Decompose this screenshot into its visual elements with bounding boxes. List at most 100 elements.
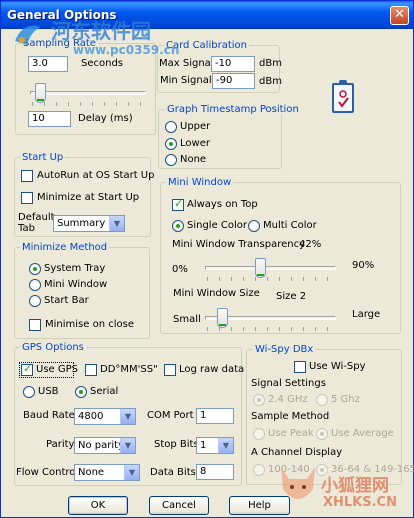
help-button[interactable]: Help	[229, 496, 290, 515]
always-on-top-label: Always on Top	[187, 199, 258, 210]
size-value: Size 2	[276, 291, 307, 302]
stop-bits-select[interactable]: 1 ▼	[196, 437, 234, 454]
data-bits-input[interactable]: 8	[196, 464, 234, 480]
transparency-slider[interactable]	[255, 258, 267, 278]
system-tray-radio[interactable]	[29, 263, 41, 275]
transparency-min-label: 0%	[172, 264, 188, 275]
timestamp-lower-radio[interactable]	[165, 138, 177, 150]
card-calibration-legend: Card Calibration	[164, 40, 249, 51]
min-signal-label: Min Signal	[160, 75, 212, 86]
wispy-legend: Wi-Spy DBx	[253, 344, 316, 355]
use-wispy-checkbox[interactable]	[294, 361, 306, 373]
parity-label: Parity	[46, 439, 75, 450]
data-bits-label: Data Bits	[150, 467, 196, 478]
single-color-radio[interactable]	[172, 220, 184, 232]
stop-bits-label: Stop Bits	[154, 439, 199, 450]
baud-rate-select[interactable]: 4800 ▼	[74, 408, 136, 425]
dms-label: DD°MM'SS"	[100, 364, 158, 375]
usb-label: USB	[38, 386, 59, 397]
min-signal-unit: dBm	[259, 76, 282, 87]
baud-rate-value: 4800	[78, 411, 104, 422]
dms-checkbox[interactable]	[85, 364, 97, 376]
max-signal-label: Max Signal	[159, 58, 214, 69]
sampling-rate-track	[30, 91, 146, 95]
log-raw-label: Log raw data	[179, 364, 245, 375]
ghz24-radio[interactable]	[253, 394, 265, 406]
usb-radio[interactable]	[23, 386, 35, 398]
max-signal-unit: dBm	[259, 58, 282, 69]
autorun-checkbox[interactable]	[21, 170, 33, 182]
size-label: Mini Window Size	[173, 288, 260, 299]
transparency-track	[205, 266, 336, 270]
sampling-rate-slider[interactable]	[35, 83, 47, 103]
use-wispy-label: Use Wi-Spy	[309, 361, 366, 372]
flow-control-select[interactable]: None ▼	[74, 464, 140, 481]
size-ticks	[207, 327, 335, 331]
sampling-rate-input[interactable]: 3.0	[28, 56, 68, 72]
transparency-value: 42%	[299, 239, 322, 250]
mini-window-label: Mini Window	[44, 279, 108, 290]
max-signal-input[interactable]: -10	[211, 56, 255, 72]
transparency-label: Mini Window Transparency	[172, 239, 306, 250]
watermark-bottom-en: XHLKS.CN	[323, 495, 397, 510]
always-on-top-checkbox[interactable]	[172, 197, 184, 211]
general-options-dialog: General Options ✕ Sampling Rate 3.0 Seco…	[0, 0, 414, 518]
multi-color-label: Multi Color	[263, 220, 317, 231]
title-bar[interactable]: General Options ✕	[1, 1, 413, 29]
window-title: General Options	[7, 8, 117, 22]
com-port-input[interactable]: 1	[196, 408, 234, 424]
clipboard-icon	[332, 80, 354, 113]
sampling-rate-legend: Sampling Rate	[21, 38, 98, 49]
minimize-startup-checkbox[interactable]	[21, 192, 33, 204]
size-slider[interactable]	[217, 308, 228, 328]
start-bar-radio[interactable]	[29, 295, 41, 307]
minimise-on-close-checkbox[interactable]	[29, 319, 41, 331]
timestamp-upper-label: Upper	[180, 121, 211, 132]
chevron-down-icon: ▼	[124, 465, 139, 480]
use-average-radio[interactable]	[316, 428, 328, 440]
mini-window-radio[interactable]	[29, 279, 41, 291]
serial-label: Serial	[90, 386, 119, 397]
close-button[interactable]: ✕	[390, 6, 409, 25]
sample-method-label: Sample Method	[251, 411, 330, 422]
start-up-legend: Start Up	[20, 152, 66, 163]
timestamp-upper-radio[interactable]	[165, 121, 177, 133]
close-icon: ✕	[394, 7, 405, 22]
ok-button[interactable]: OK	[68, 496, 128, 515]
use-gps-checkbox[interactable]	[21, 362, 33, 376]
size-max-label: Large	[352, 309, 381, 320]
default-tab-value: Summary	[57, 218, 106, 229]
baud-rate-label: Baud Rate	[23, 410, 75, 421]
channel-100-140-label: 100-140	[268, 464, 310, 475]
flow-control-value: None	[78, 467, 105, 478]
flow-control-label: Flow Control	[16, 467, 79, 478]
delay-input[interactable]: 10	[28, 111, 71, 127]
cancel-button[interactable]: Cancel	[149, 496, 209, 515]
channel-36-64-radio[interactable]	[316, 464, 328, 476]
mini-window-legend: Mini Window	[166, 177, 234, 188]
ghz5-radio[interactable]	[316, 394, 328, 406]
transparency-ticks	[207, 277, 335, 281]
gps-options-legend: GPS Options	[20, 342, 86, 353]
timestamp-none-radio[interactable]	[165, 154, 177, 166]
com-port-label: COM Port	[147, 410, 194, 421]
min-signal-input[interactable]: -90	[212, 73, 255, 89]
sampling-rate-ticks	[32, 102, 144, 106]
parity-select[interactable]: No parity ▼	[74, 437, 136, 454]
minimize-startup-label: Minimize at Start Up	[37, 192, 140, 203]
use-peak-radio[interactable]	[253, 428, 265, 440]
channel-100-140-radio[interactable]	[253, 464, 265, 476]
parity-value: No parity	[78, 440, 124, 451]
seconds-label: Seconds	[81, 58, 124, 69]
autorun-label: AutoRun at OS Start Up	[37, 170, 155, 181]
default-tab-select[interactable]: Summary ▼	[53, 215, 125, 232]
use-average-label: Use Average	[331, 428, 394, 439]
ghz24-label: 2.4 GHz	[268, 394, 308, 405]
serial-radio[interactable]	[75, 386, 87, 398]
multi-color-radio[interactable]	[248, 220, 260, 232]
start-bar-label: Start Bar	[44, 295, 89, 306]
timestamp-lower-label: Lower	[180, 138, 210, 149]
size-min-label: Small	[173, 314, 201, 325]
log-raw-checkbox[interactable]	[164, 364, 176, 376]
signal-settings-label: Signal Settings	[251, 378, 326, 389]
